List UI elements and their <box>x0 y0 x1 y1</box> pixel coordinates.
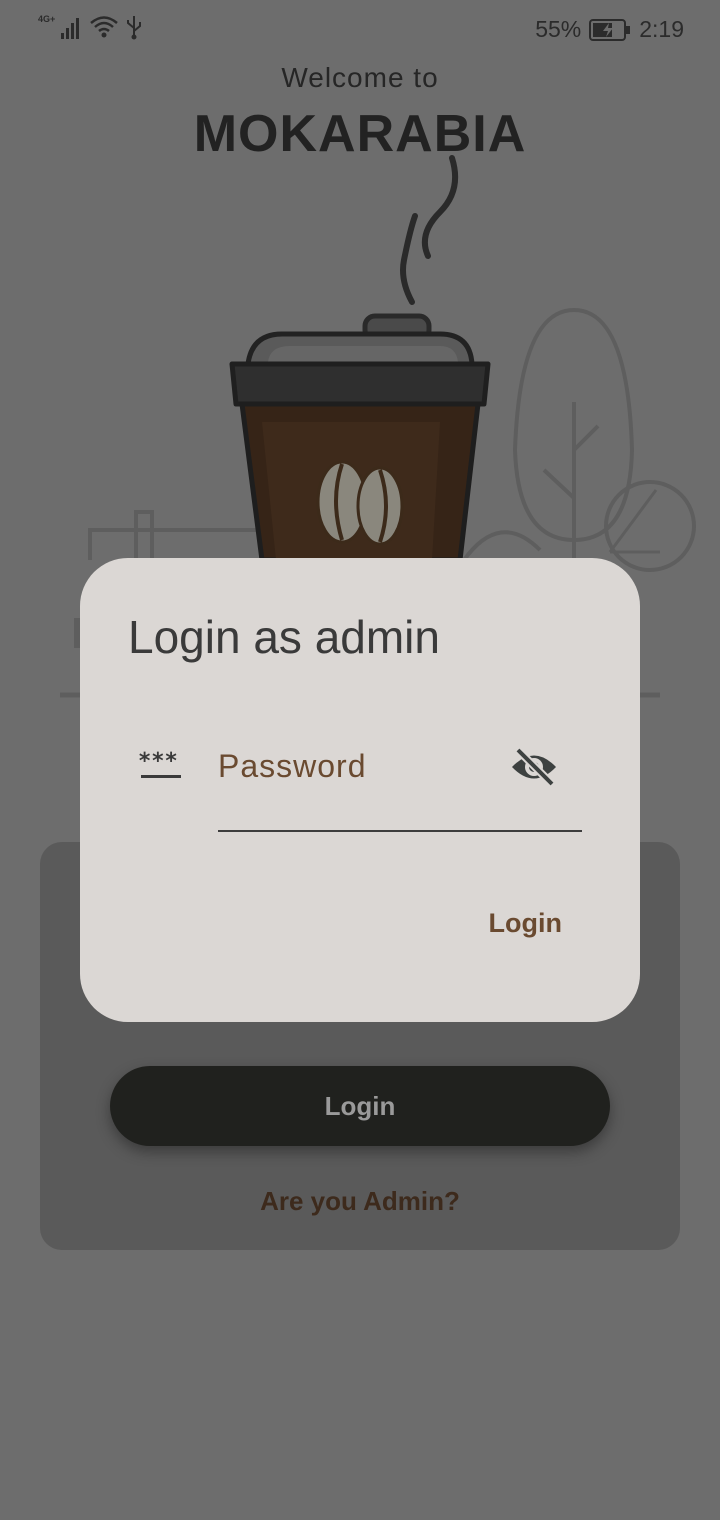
dialog-login-button[interactable]: Login <box>489 908 562 939</box>
dialog-title: Login as admin <box>128 611 440 663</box>
battery-charging-icon <box>589 18 631 41</box>
admin-link[interactable]: Are you Admin? <box>110 1186 610 1217</box>
admin-login-dialog: Login as admin *** Login <box>80 558 640 1022</box>
network-label: 4G+ <box>38 14 56 24</box>
usb-icon <box>127 16 142 40</box>
status-left-icons: 4G+ <box>38 14 143 40</box>
battery-percent: 55% <box>535 16 582 42</box>
wifi-icon <box>90 16 119 38</box>
password-input[interactable] <box>218 748 488 785</box>
login-button[interactable]: Login <box>110 1066 610 1146</box>
steam-icon <box>400 155 458 305</box>
svg-text:***: *** <box>138 750 178 774</box>
clock: 2:19 <box>639 16 684 42</box>
signal-icon <box>61 18 80 39</box>
screen: 4G+ 55% 2:19 Welcome to MOKARABIA Login … <box>0 0 720 1520</box>
password-icon: *** <box>138 750 181 778</box>
visibility-off-icon[interactable] <box>510 746 558 788</box>
status-bar: 4G+ 55% 2:19 <box>0 0 720 60</box>
welcome-text: Welcome to <box>281 62 439 93</box>
status-right: 55% 2:19 <box>535 16 684 43</box>
